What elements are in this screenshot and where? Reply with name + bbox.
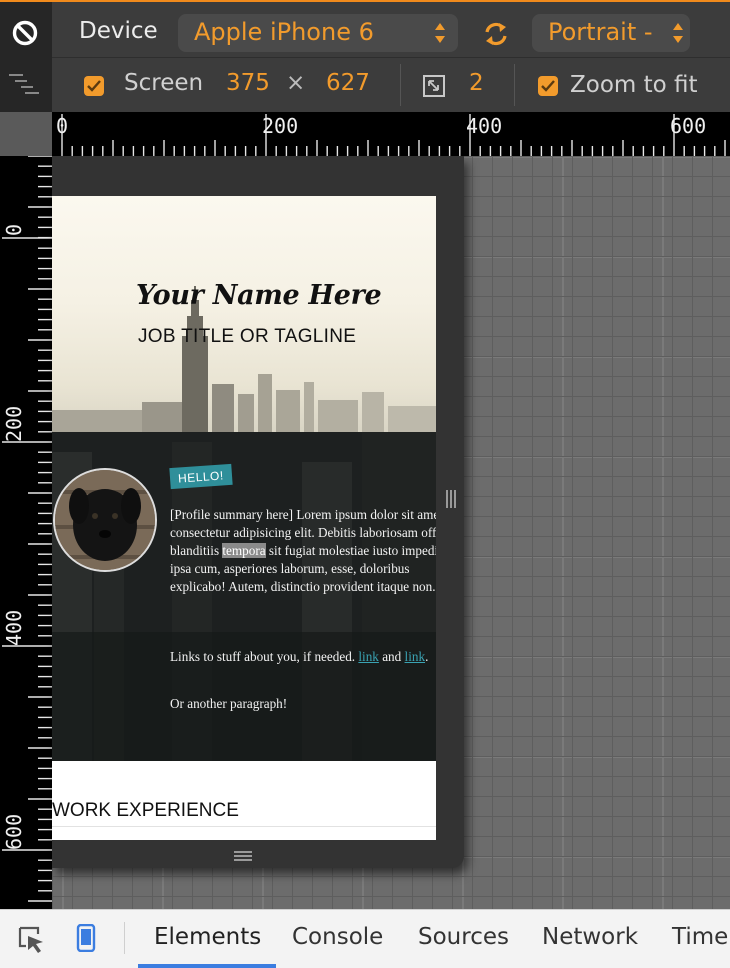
ruler-label: 400 bbox=[2, 609, 26, 646]
device-mode-icon[interactable] bbox=[76, 923, 96, 956]
times-sign: × bbox=[286, 70, 306, 96]
links-paragraph: Links to stuff about you, if needed. lin… bbox=[170, 648, 436, 666]
hello-badge: HELLO! bbox=[169, 463, 233, 490]
ruler-label: 600 bbox=[670, 114, 707, 138]
screen-label: Screen bbox=[124, 70, 204, 96]
tab-console[interactable]: Console bbox=[292, 924, 383, 950]
toolbar-separator bbox=[400, 64, 401, 106]
highlighted-word: tempora bbox=[222, 543, 266, 558]
emulated-page: Your Name Here JOB TITLE OR TAGLINE HELL… bbox=[52, 196, 436, 840]
toolbar-separator bbox=[514, 64, 515, 106]
toolbar-left-column bbox=[0, 2, 52, 112]
ruler-label: 0 bbox=[2, 223, 26, 236]
active-tab-indicator bbox=[138, 964, 276, 968]
no-entry-icon[interactable] bbox=[12, 20, 38, 46]
device-select-value: Apple iPhone 6 bbox=[194, 18, 374, 46]
ruler-label: 0 bbox=[56, 114, 69, 138]
vertical-ruler: 0 200 400 600 bbox=[0, 156, 52, 909]
ruler-label: 600 bbox=[2, 813, 26, 850]
orientation-select-value: Portrait - bbox=[548, 18, 653, 46]
emulation-toolbar: Device Apple iPhone 6 Portrait - Screen … bbox=[0, 0, 730, 112]
inspect-element-icon[interactable] bbox=[18, 926, 46, 958]
links-text: . bbox=[425, 649, 429, 664]
ruler-label: 200 bbox=[262, 114, 299, 138]
screen-width-input[interactable]: 375 bbox=[226, 70, 270, 96]
tab-elements[interactable]: Elements bbox=[154, 924, 261, 950]
work-experience-heading: WORK EXPERIENCE bbox=[52, 800, 239, 821]
links-text: and bbox=[378, 649, 405, 664]
device-select[interactable]: Apple iPhone 6 bbox=[178, 14, 458, 52]
devtools-tab-bar: Elements Console Sources Network Time bbox=[0, 909, 730, 968]
tab-sources[interactable]: Sources bbox=[418, 924, 509, 950]
profile-link[interactable]: link bbox=[405, 649, 426, 664]
drawer-toggle-icon[interactable] bbox=[9, 72, 41, 96]
tab-timeline[interactable]: Time bbox=[672, 924, 728, 950]
select-arrows-icon bbox=[673, 23, 683, 43]
toolbar-row-divider bbox=[52, 57, 730, 58]
horizontal-ruler: 0 200 400 600 bbox=[52, 112, 730, 156]
pixel-ratio-input[interactable]: 2 bbox=[469, 70, 484, 96]
device-pixel-ratio-icon bbox=[423, 75, 445, 101]
ruler-label: 200 bbox=[2, 405, 26, 442]
skyline-image bbox=[52, 286, 436, 432]
screen-checkbox[interactable] bbox=[84, 76, 104, 96]
job-title: JOB TITLE OR TAGLINE bbox=[138, 326, 357, 347]
section-divider bbox=[52, 826, 436, 827]
profile-section: HELLO! [Profile summary here] Lorem ipsu… bbox=[52, 432, 436, 761]
profile-link[interactable]: link bbox=[358, 649, 379, 664]
profile-photo bbox=[53, 468, 157, 572]
hero-banner: Your Name Here JOB TITLE OR TAGLINE bbox=[52, 196, 436, 432]
resize-handle-icon[interactable] bbox=[444, 488, 458, 510]
device-label: Device bbox=[79, 18, 158, 44]
zoom-to-fit-label: Zoom to fit bbox=[570, 72, 698, 98]
profile-summary: [Profile summary here] Lorem ipsum dolor… bbox=[170, 506, 436, 596]
tab-bar-separator bbox=[124, 922, 125, 954]
ruler-label: 400 bbox=[466, 114, 503, 138]
rotate-icon[interactable] bbox=[482, 20, 510, 52]
links-text: Links to stuff about you, if needed. bbox=[170, 649, 359, 664]
tab-network[interactable]: Network bbox=[542, 924, 638, 950]
profile-name: Your Name Here bbox=[136, 280, 382, 311]
another-paragraph: Or another paragraph! bbox=[170, 696, 288, 711]
screen-height-input[interactable]: 627 bbox=[326, 70, 370, 96]
orientation-select[interactable]: Portrait - bbox=[532, 14, 690, 52]
zoom-to-fit-checkbox[interactable] bbox=[538, 76, 558, 96]
resize-handle-icon[interactable] bbox=[234, 848, 252, 862]
select-arrows-icon bbox=[435, 23, 445, 43]
